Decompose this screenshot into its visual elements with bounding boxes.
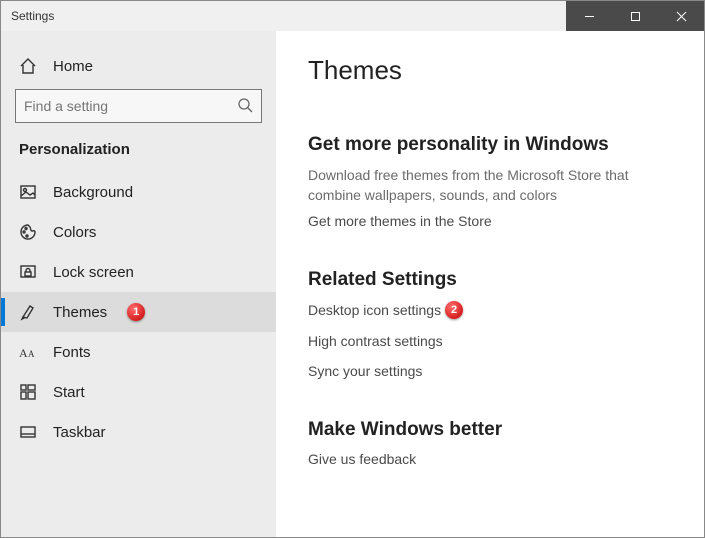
- link-label: Sync your settings: [308, 363, 422, 379]
- taskbar-icon: [19, 423, 37, 441]
- start-icon: [19, 383, 37, 401]
- feedback-link[interactable]: Give us feedback: [308, 451, 672, 467]
- maximize-button[interactable]: [612, 1, 658, 31]
- home-icon: [19, 57, 37, 75]
- sidebar-item-label: Taskbar: [53, 424, 106, 441]
- lockscreen-icon: [19, 263, 37, 281]
- minimize-button[interactable]: [566, 1, 612, 31]
- section-heading: Personalization: [1, 141, 276, 172]
- fonts-icon: AA: [19, 343, 37, 361]
- store-link-label: Get more themes in the Store: [308, 213, 492, 229]
- annotation-marker: 2: [445, 301, 463, 319]
- search-input[interactable]: [24, 98, 237, 114]
- personality-heading: Get more personality in Windows: [308, 134, 672, 156]
- svg-text:A: A: [19, 346, 28, 360]
- svg-text:A: A: [28, 349, 35, 359]
- picture-icon: [19, 183, 37, 201]
- sidebar-item-label: Fonts: [53, 344, 91, 361]
- titlebar: Settings: [1, 1, 704, 31]
- sidebar-item-background[interactable]: Background: [1, 172, 276, 212]
- window-controls: [566, 1, 704, 31]
- annotation-marker: 1: [127, 303, 145, 321]
- sidebar-item-label: Lock screen: [53, 264, 134, 281]
- high-contrast-link[interactable]: High contrast settings: [308, 333, 672, 349]
- personality-section: Get more personality in Windows Download…: [308, 134, 672, 229]
- sidebar-item-taskbar[interactable]: Taskbar: [1, 412, 276, 452]
- search-icon: [237, 97, 253, 116]
- link-label: High contrast settings: [308, 333, 443, 349]
- home-label: Home: [53, 58, 93, 75]
- related-section: Related Settings Desktop icon settings 2…: [308, 269, 672, 379]
- sidebar-item-lockscreen[interactable]: Lock screen: [1, 252, 276, 292]
- page-title: Themes: [308, 55, 672, 86]
- desktop-icon-settings-link[interactable]: Desktop icon settings 2: [308, 301, 672, 319]
- sync-settings-link[interactable]: Sync your settings: [308, 363, 672, 379]
- palette-icon: [19, 223, 37, 241]
- personality-desc: Download free themes from the Microsoft …: [308, 166, 672, 205]
- link-label: Desktop icon settings: [308, 302, 441, 318]
- link-label: Give us feedback: [308, 451, 416, 467]
- related-heading: Related Settings: [308, 269, 672, 291]
- sidebar-item-colors[interactable]: Colors: [1, 212, 276, 252]
- sidebar-item-start[interactable]: Start: [1, 372, 276, 412]
- store-link[interactable]: Get more themes in the Store: [308, 213, 672, 229]
- sidebar: Home Personalization Background Colors: [1, 31, 276, 537]
- search-box[interactable]: [15, 89, 262, 123]
- home-link[interactable]: Home: [1, 49, 276, 89]
- sidebar-item-fonts[interactable]: AA Fonts: [1, 332, 276, 372]
- sidebar-item-label: Colors: [53, 224, 96, 241]
- close-button[interactable]: [658, 1, 704, 31]
- main-content: Themes Get more personality in Windows D…: [276, 31, 704, 537]
- sidebar-item-themes[interactable]: Themes 1: [1, 292, 276, 332]
- sidebar-item-label: Start: [53, 384, 85, 401]
- better-section: Make Windows better Give us feedback: [308, 419, 672, 467]
- window-title: Settings: [1, 1, 566, 31]
- sidebar-item-label: Themes: [53, 304, 107, 321]
- sidebar-item-label: Background: [53, 184, 133, 201]
- better-heading: Make Windows better: [308, 419, 672, 441]
- themes-icon: [19, 303, 37, 321]
